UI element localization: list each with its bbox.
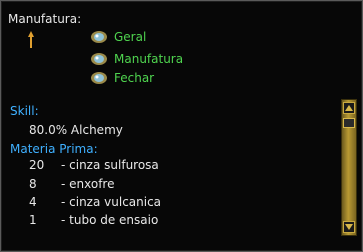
skill-header: Skill: xyxy=(10,104,39,118)
material-name: - cinza vulcanica xyxy=(61,195,162,209)
arrow-down-icon xyxy=(345,224,353,230)
menu-label: Manufatura xyxy=(114,52,184,66)
scroll-thumb[interactable] xyxy=(343,118,355,128)
gem-button-icon xyxy=(91,72,107,84)
material-quantity: 1 xyxy=(29,213,37,227)
material-name: - tubo de ensaio xyxy=(61,213,159,227)
skill-value: 80.0% Alchemy xyxy=(29,123,123,137)
arrow-up-icon xyxy=(345,105,353,111)
scroll-down-button[interactable] xyxy=(343,221,355,233)
crafting-window: Manufatura: Geral Manufatura Fechar Skil… xyxy=(0,0,363,252)
gem-button-icon xyxy=(91,53,107,65)
material-name: - enxofre xyxy=(61,177,115,191)
menu-label: Fechar xyxy=(114,71,155,85)
menu-item-fechar[interactable]: Fechar xyxy=(90,70,154,86)
gem-button-icon xyxy=(91,31,107,43)
scroll-up-button[interactable] xyxy=(343,102,355,114)
material-quantity: 20 xyxy=(29,158,45,172)
tool-icon xyxy=(28,31,34,48)
menu-item-geral[interactable]: Geral xyxy=(90,29,146,45)
materials-header: Materia Prima: xyxy=(10,142,98,156)
window-title: Manufatura: xyxy=(8,12,82,26)
material-name: - cinza sulfurosa xyxy=(61,158,159,172)
scrollbar[interactable] xyxy=(341,99,357,236)
menu-item-manufatura[interactable]: Manufatura xyxy=(90,51,183,67)
menu-label: Geral xyxy=(114,30,147,44)
material-quantity: 4 xyxy=(29,195,37,209)
material-quantity: 8 xyxy=(29,177,37,191)
